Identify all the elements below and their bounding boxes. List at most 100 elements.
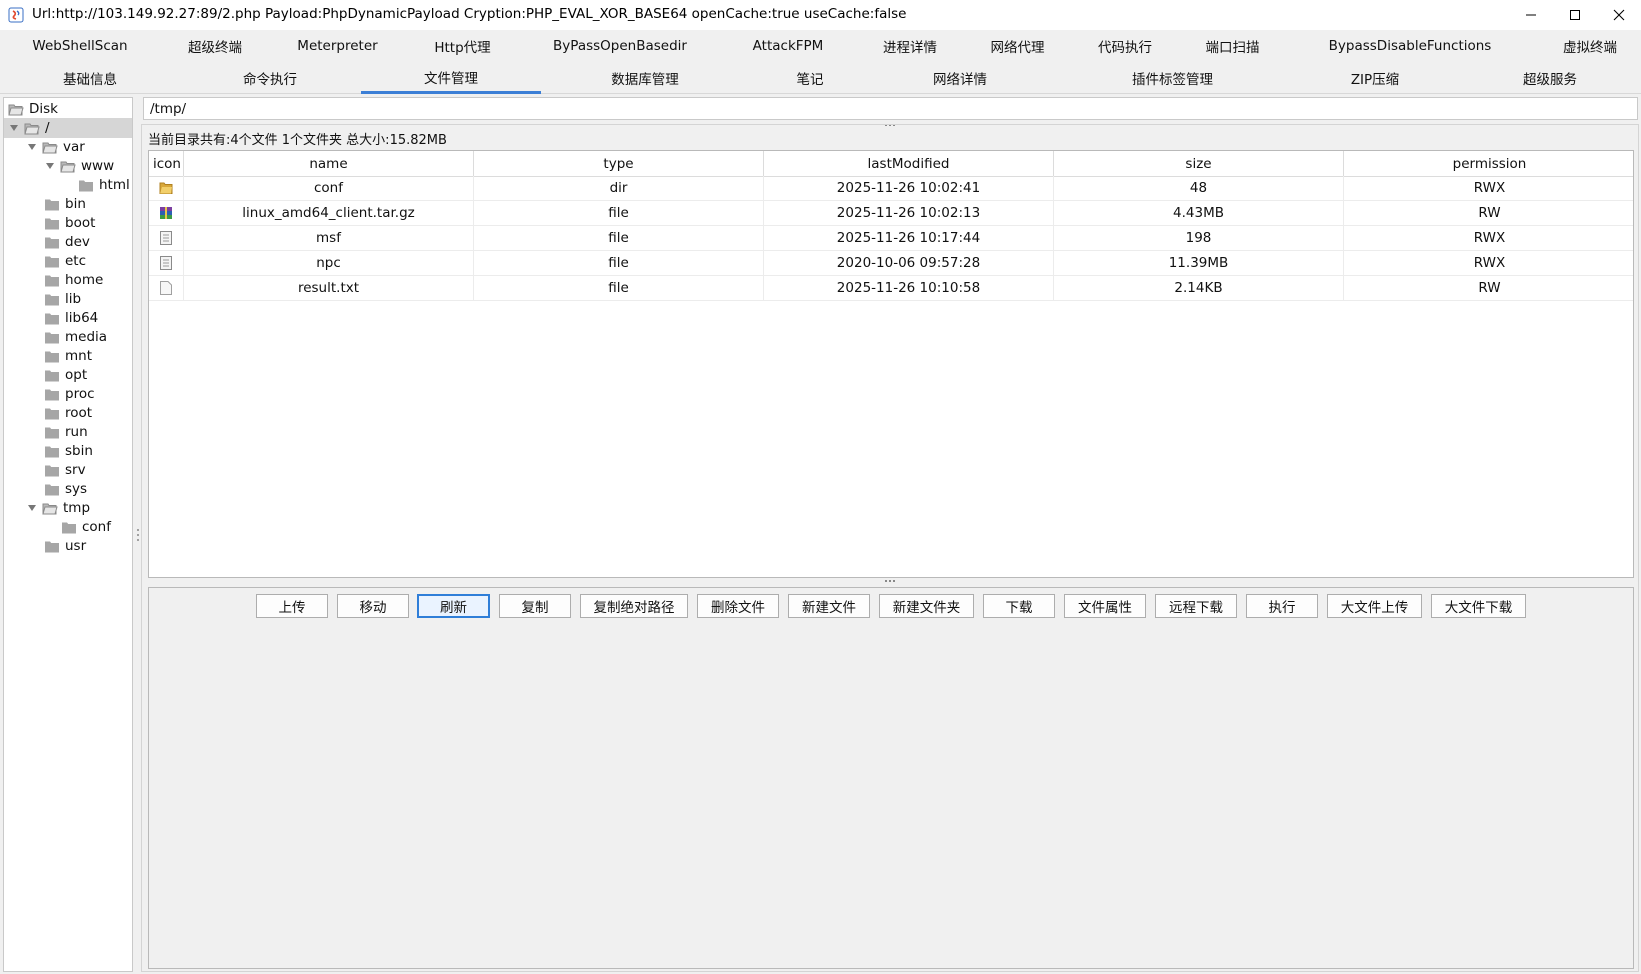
tab-http-proxy[interactable]: Http代理 [410, 30, 515, 62]
tab-super-service[interactable]: 超级服务 [1500, 62, 1600, 94]
tree-node-dir[interactable]: dev [44, 232, 90, 252]
execute-button[interactable]: 执行 [1246, 594, 1318, 618]
cell-type: file [474, 201, 764, 225]
tree-node-dir[interactable]: run [44, 422, 88, 442]
cell-permission: RW [1478, 280, 1501, 296]
tab-code-exec[interactable]: 代码执行 [1080, 30, 1170, 62]
close-button[interactable] [1597, 0, 1641, 30]
file-properties-button[interactable]: 文件属性 [1064, 594, 1146, 618]
tab-virtual-terminal[interactable]: 虚拟终端 [1545, 30, 1635, 62]
copy-absolute-path-button[interactable]: 复制绝对路径 [580, 594, 688, 618]
row-icon-cell [149, 201, 184, 225]
new-folder-button[interactable]: 新建文件夹 [879, 594, 974, 618]
tree-label: html [99, 177, 130, 193]
tree-node-tmp[interactable]: tmp [26, 498, 90, 518]
new-file-button[interactable]: 新建文件 [788, 594, 870, 618]
tree-node-tmp-conf[interactable]: conf [61, 517, 111, 537]
table-row[interactable]: msf file 2025-11-26 10:17:44 198 RWX [149, 226, 1633, 251]
download-button[interactable]: 下载 [983, 594, 1055, 618]
tree-label: Disk [29, 101, 58, 117]
tree-node-dir[interactable]: opt [44, 365, 87, 385]
tab-super-terminal[interactable]: 超级终端 [165, 30, 265, 62]
folder-icon [45, 199, 59, 210]
folder-icon [159, 182, 173, 194]
tab-zip[interactable]: ZIP压缩 [1330, 62, 1420, 94]
tab-bypass-openbasedir[interactable]: ByPassOpenBasedir [540, 30, 700, 62]
tree-node-www[interactable]: www [44, 156, 114, 176]
splitter-grip-icon[interactable] [885, 580, 899, 584]
minimize-button[interactable] [1509, 0, 1553, 30]
tab-network-proxy[interactable]: 网络代理 [970, 30, 1065, 62]
tab-file-manager[interactable]: 文件管理 [361, 62, 541, 94]
tree-node-dir[interactable]: bin [44, 194, 86, 214]
column-header-type[interactable]: type [474, 151, 764, 176]
splitter-grip-icon[interactable] [885, 124, 899, 128]
tree-node-usr[interactable]: usr [44, 536, 86, 556]
expanded-caret-icon [46, 163, 54, 169]
tree-node-dir[interactable]: proc [44, 384, 95, 404]
tree-node-dir[interactable]: lib64 [44, 308, 98, 328]
folder-icon [45, 237, 59, 248]
text-file-icon [160, 281, 172, 295]
column-header-icon[interactable]: icon [149, 151, 184, 176]
folder-icon [45, 218, 59, 229]
cell-permission: RWX [1473, 255, 1506, 271]
folder-icon [62, 522, 76, 533]
open-folder-icon [42, 503, 58, 514]
maximize-button[interactable] [1553, 0, 1597, 30]
tree-node-dir[interactable]: lib [44, 289, 81, 309]
upload-button[interactable]: 上传 [256, 594, 328, 618]
file-table: icon name type lastModified size permiss… [148, 150, 1634, 578]
tree-node-dir[interactable]: sys [44, 479, 87, 499]
tab-notes[interactable]: 笔记 [770, 62, 850, 94]
column-header-permission[interactable]: permission [1344, 151, 1633, 176]
tree-node-dir[interactable]: srv [44, 460, 86, 480]
path-input[interactable]: /tmp/ [143, 97, 1638, 120]
table-row[interactable]: linux_amd64_client.tar.gz file 2025-11-2… [149, 201, 1633, 226]
tree-node-html[interactable]: html [78, 175, 130, 195]
tree-node-dir[interactable]: boot [44, 213, 95, 233]
tab-meterpreter[interactable]: Meterpreter [280, 30, 395, 62]
cell-lastmodified: 2025-11-26 10:02:41 [764, 176, 1054, 200]
column-header-lastmodified[interactable]: lastModified [764, 151, 1054, 176]
tree-label: lib [65, 291, 82, 307]
tab-port-scan[interactable]: 端口扫描 [1185, 30, 1280, 62]
tab-process-details[interactable]: 进程详情 [865, 30, 955, 62]
close-icon [1613, 9, 1625, 21]
tab-basic-info[interactable]: 基础信息 [40, 62, 140, 94]
tab-attackfpm[interactable]: AttackFPM [738, 30, 838, 62]
tree-node-dir[interactable]: root [44, 403, 92, 423]
cell-name: conf [184, 176, 474, 200]
tree-node-dir[interactable]: etc [44, 251, 86, 271]
delete-file-button[interactable]: 删除文件 [697, 594, 779, 618]
move-button[interactable]: 移动 [337, 594, 409, 618]
column-header-size[interactable]: size [1054, 151, 1344, 176]
tab-plugin-tags[interactable]: 插件标签管理 [1110, 62, 1235, 94]
tree-label: opt [65, 367, 88, 383]
folder-icon [45, 465, 59, 476]
tree-node-dir[interactable]: sbin [44, 441, 93, 461]
tab-command-exec[interactable]: 命令执行 [220, 62, 320, 94]
tree-node-disk[interactable]: Disk [8, 99, 58, 119]
table-row[interactable]: npc file 2020-10-06 09:57:28 11.39MB RWX [149, 251, 1633, 276]
large-file-download-button[interactable]: 大文件下载 [1431, 594, 1526, 618]
tree-node-dir[interactable]: mnt [44, 346, 92, 366]
tab-database-manager[interactable]: 数据库管理 [590, 62, 700, 94]
table-row[interactable]: conf dir 2025-11-26 10:02:41 48 RWX [149, 176, 1633, 201]
tree-node-var[interactable]: var [26, 137, 85, 157]
refresh-button[interactable]: 刷新 [417, 594, 490, 618]
splitter-handle-icon[interactable] [136, 527, 140, 543]
tree-label: media [65, 329, 108, 345]
large-file-upload-button[interactable]: 大文件上传 [1327, 594, 1422, 618]
tab-bypass-disable-functions[interactable]: BypassDisableFunctions [1320, 30, 1500, 62]
tree-label: conf [82, 519, 111, 535]
column-header-name[interactable]: name [184, 151, 474, 176]
tree-node-dir[interactable]: home [44, 270, 103, 290]
tab-webshellscan[interactable]: WebShellScan [20, 30, 140, 62]
tab-network-details[interactable]: 网络详情 [910, 62, 1010, 94]
table-row[interactable]: result.txt file 2025-11-26 10:10:58 2.14… [149, 276, 1633, 301]
tree-node-dir[interactable]: media [44, 327, 107, 347]
copy-button[interactable]: 复制 [499, 594, 571, 618]
tree-node-root[interactable]: / [4, 118, 132, 138]
remote-download-button[interactable]: 远程下载 [1155, 594, 1237, 618]
